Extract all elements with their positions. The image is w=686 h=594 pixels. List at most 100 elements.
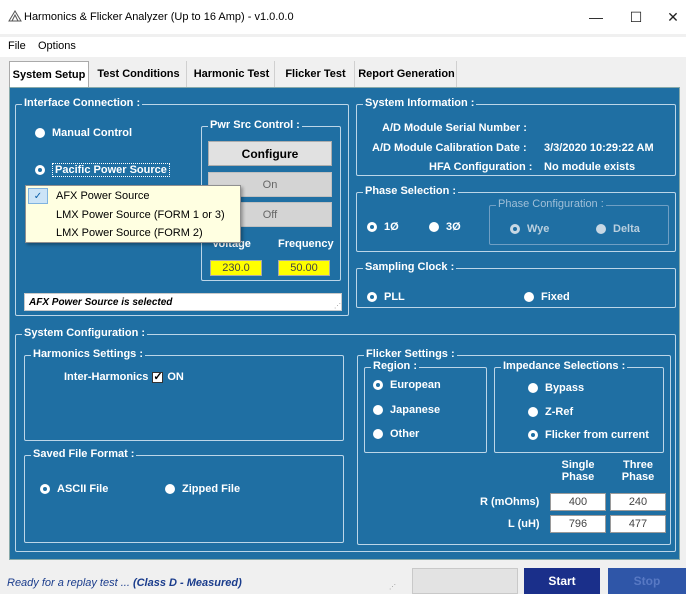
zipped-file-radio[interactable]: Zipped File bbox=[165, 483, 240, 495]
radio-dot bbox=[35, 128, 45, 138]
japanese-label: Japanese bbox=[390, 404, 441, 416]
region-group: Region : European Japanese Other bbox=[364, 360, 487, 453]
window-title: Harmonics & Flicker Analyzer (Up to 16 A… bbox=[24, 11, 294, 23]
radio-dot bbox=[165, 484, 175, 494]
close-button[interactable]: ✕ bbox=[663, 8, 683, 26]
dropdown-item-label: AFX Power Source bbox=[56, 190, 150, 202]
interface-status-text: AFX Power Source is selected bbox=[24, 293, 342, 311]
ascii-file-label: ASCII File bbox=[57, 483, 109, 495]
pacific-power-source-radio[interactable]: Pacific Power Source bbox=[35, 163, 170, 177]
zref-label: Z-Ref bbox=[545, 406, 574, 418]
pll-radio[interactable]: PLL bbox=[367, 291, 405, 303]
power-source-dropdown: ✓ AFX Power Source LMX Power Source (FOR… bbox=[25, 185, 241, 243]
serial-number-label: A/D Module Serial Number : bbox=[382, 122, 527, 134]
system-configuration-group: System Configuration : Harmonics Setting… bbox=[15, 327, 676, 552]
radio-dot-checked bbox=[40, 484, 50, 494]
phase-3-label: 3Ø bbox=[446, 221, 461, 233]
dropdown-item-lmx-form-1-3[interactable]: LMX Power Source (FORM 1 or 3) bbox=[26, 206, 240, 224]
japanese-radio[interactable]: Japanese bbox=[373, 404, 440, 416]
radio-dot bbox=[528, 407, 538, 417]
other-radio[interactable]: Other bbox=[373, 428, 419, 440]
flicker-from-current-label: Flicker from current bbox=[545, 429, 649, 441]
zref-radio[interactable]: Z-Ref bbox=[528, 406, 573, 418]
wye-label: Wye bbox=[527, 223, 550, 235]
menu-options[interactable]: Options bbox=[38, 40, 76, 52]
phase-configuration-group: Phase Configuration : Wye Delta bbox=[489, 198, 669, 245]
r-mohms-label: R (mOhms) bbox=[480, 496, 540, 508]
minimize-button[interactable]: — bbox=[586, 8, 606, 26]
hfa-config-label: HFA Configuration : bbox=[429, 161, 533, 173]
flicker-settings-title: Flicker Settings : bbox=[364, 348, 457, 360]
system-configuration-title: System Configuration : bbox=[22, 327, 148, 339]
hfa-config-value: No module exists bbox=[544, 161, 636, 173]
european-radio[interactable]: European bbox=[373, 379, 441, 391]
wye-radio[interactable]: Wye bbox=[510, 223, 549, 235]
title-bar: Harmonics & Flicker Analyzer (Up to 16 A… bbox=[0, 0, 686, 34]
dropdown-item-label: LMX Power Source (FORM 2) bbox=[56, 227, 203, 239]
tab-test-conditions[interactable]: Test Conditions bbox=[91, 61, 187, 87]
l-single-value: 796 bbox=[550, 515, 606, 533]
resize-grip: ⋰ bbox=[389, 584, 396, 591]
flicker-from-current-radio[interactable]: Flicker from current bbox=[528, 429, 649, 441]
dropdown-item-label: LMX Power Source (FORM 1 or 3) bbox=[56, 209, 225, 221]
phase-selection-title: Phase Selection : bbox=[363, 185, 459, 197]
calibration-date-value: 3/3/2020 10:29:22 AM bbox=[544, 142, 654, 154]
manual-control-radio[interactable]: Manual Control bbox=[35, 127, 132, 139]
three-phase-header: Three Phase bbox=[621, 459, 655, 483]
start-button[interactable]: Start bbox=[524, 568, 600, 594]
inter-harmonics-label: Inter-Harmonics bbox=[64, 371, 149, 383]
calibration-date-label: A/D Module Calibration Date : bbox=[372, 142, 527, 154]
flicker-settings-group: Flicker Settings : Region : European Jap… bbox=[357, 348, 671, 545]
sampling-clock-group: Sampling Clock : PLL Fixed bbox=[356, 261, 676, 308]
resize-grip: ⋰ bbox=[334, 303, 341, 310]
maximize-button[interactable]: ☐ bbox=[626, 8, 646, 26]
stop-button[interactable]: Stop bbox=[608, 568, 686, 594]
saved-file-format-title: Saved File Format : bbox=[31, 448, 137, 460]
pll-label: PLL bbox=[384, 291, 405, 303]
radio-dot-checked bbox=[373, 380, 383, 390]
region-title: Region : bbox=[371, 360, 419, 372]
delta-label: Delta bbox=[613, 223, 640, 235]
system-information-title: System Information : bbox=[363, 97, 477, 109]
menu-bar: File Options bbox=[0, 37, 686, 57]
sampling-clock-title: Sampling Clock : bbox=[363, 261, 457, 273]
fixed-label: Fixed bbox=[541, 291, 570, 303]
single-phase-header: Single Phase bbox=[561, 459, 595, 483]
tab-harmonic-test[interactable]: Harmonic Test bbox=[189, 61, 275, 87]
manual-control-label: Manual Control bbox=[52, 127, 133, 139]
frequency-label: Frequency bbox=[278, 238, 334, 250]
inter-harmonics-row: Inter-Harmonics ON bbox=[64, 370, 184, 384]
configure-button[interactable]: Configure bbox=[208, 141, 332, 166]
pacific-power-source-label: Pacific Power Source bbox=[52, 163, 170, 177]
radio-dot-checked bbox=[510, 224, 520, 234]
harmonics-settings-title: Harmonics Settings : bbox=[31, 348, 146, 360]
radio-dot bbox=[429, 222, 439, 232]
ascii-file-radio[interactable]: ASCII File bbox=[40, 483, 108, 495]
delta-radio[interactable]: Delta bbox=[596, 223, 640, 235]
radio-dot-checked bbox=[35, 165, 45, 175]
menu-file[interactable]: File bbox=[8, 40, 26, 52]
harmonics-settings-group: Harmonics Settings : Inter-Harmonics ON bbox=[24, 348, 344, 441]
pwr-src-control-title: Pwr Src Control : bbox=[208, 119, 302, 131]
fixed-radio[interactable]: Fixed bbox=[524, 291, 570, 303]
phase-3-radio[interactable]: 3Ø bbox=[429, 221, 461, 233]
inter-harmonics-checkbox[interactable] bbox=[152, 370, 164, 383]
bypass-radio[interactable]: Bypass bbox=[528, 382, 584, 394]
phase-1-radio[interactable]: 1Ø bbox=[367, 221, 399, 233]
frequency-value: 50.00 bbox=[278, 260, 330, 276]
radio-dot bbox=[528, 383, 538, 393]
european-label: European bbox=[390, 379, 441, 391]
check-icon: ✓ bbox=[28, 188, 48, 204]
interface-connection-title: Interface Connection : bbox=[22, 97, 143, 109]
inter-harmonics-on-label: ON bbox=[167, 371, 184, 383]
phase-selection-group: Phase Selection : 1Ø 3Ø Phase Configurat… bbox=[356, 185, 676, 252]
dropdown-item-afx[interactable]: ✓ AFX Power Source bbox=[26, 187, 240, 205]
zipped-file-label: Zipped File bbox=[182, 483, 241, 495]
tab-report-generation[interactable]: Report Generation bbox=[357, 61, 457, 87]
tab-flicker-test[interactable]: Flicker Test bbox=[277, 61, 355, 87]
tab-bar: System Setup Test Conditions Harmonic Te… bbox=[9, 61, 679, 87]
dropdown-item-lmx-form-2[interactable]: LMX Power Source (FORM 2) bbox=[26, 224, 240, 242]
tab-system-setup[interactable]: System Setup bbox=[9, 61, 89, 87]
l-uh-label: L (uH) bbox=[508, 518, 540, 530]
radio-dot bbox=[524, 292, 534, 302]
